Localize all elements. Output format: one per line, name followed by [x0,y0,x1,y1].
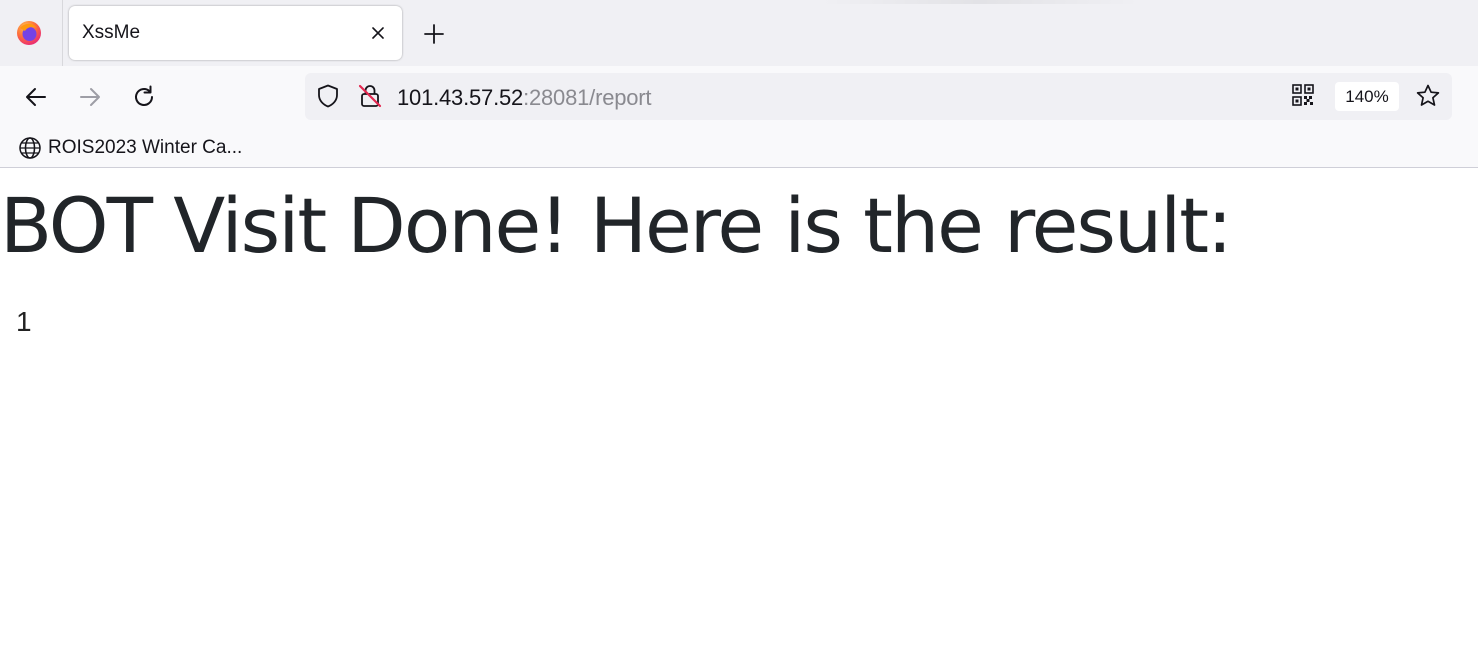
tab-title: XssMe [82,22,141,43]
url-text[interactable]: 101.43.57.52:28081/report [397,85,652,111]
forward-arrow-icon[interactable] [73,80,107,114]
tab-xssme[interactable]: XssMe [69,6,402,60]
close-icon[interactable] [366,21,390,45]
insecure-lock-icon[interactable] [357,83,383,109]
star-icon[interactable] [1415,83,1441,109]
qr-code-icon[interactable] [1291,83,1317,109]
result-value: 1 [16,306,32,337]
shield-icon[interactable] [315,83,341,109]
page-content: BOT Visit Done! Here is the result: 1 [0,169,1478,656]
url-path: :28081/report [523,85,652,110]
reload-icon[interactable] [127,80,161,114]
firefox-icon[interactable] [14,18,44,48]
zoom-level-button[interactable]: 140% [1335,82,1399,111]
tab-divider [62,0,63,66]
address-bar[interactable]: 101.43.57.52:28081/report 140% [305,73,1452,120]
plus-icon[interactable] [420,20,448,48]
bookmark-label: ROIS2023 Winter Ca... [48,137,243,158]
bookmarks-toolbar: ROIS2023 Winter Ca... [0,128,1478,168]
bookmark-item[interactable]: ROIS2023 Winter Ca... [18,134,242,162]
tab-strip: XssMe [0,0,1478,66]
tab-shadow [820,0,1140,4]
navigation-toolbar: 101.43.57.52:28081/report 140% [0,66,1478,128]
back-arrow-icon[interactable] [19,80,53,114]
page-heading: BOT Visit Done! Here is the result: [0,181,1233,270]
globe-icon [19,137,41,159]
url-host: 101.43.57.52 [397,85,524,110]
